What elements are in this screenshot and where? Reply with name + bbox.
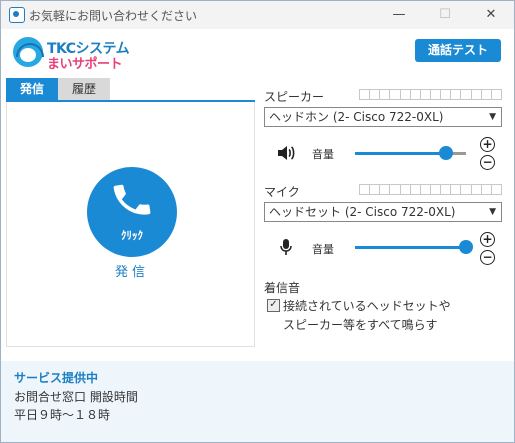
speaker-label: スピーカー xyxy=(264,90,325,104)
support-hours-title: お問合せ窓口 開設時間 xyxy=(14,390,138,404)
call-label: 発信 xyxy=(114,265,149,280)
mic-level-meter xyxy=(359,184,502,195)
speaker-slider-fill xyxy=(355,152,446,155)
speaker-device-value: ヘッドホン (2- Cisco 722-0XL) xyxy=(269,110,444,124)
test-call-button[interactable]: 通話テスト xyxy=(415,39,501,62)
window-title: お気軽にお問い合わせください xyxy=(29,9,198,23)
phone-icon xyxy=(113,184,151,215)
mic-volume-label: 音量 xyxy=(312,243,334,256)
app-window: お気軽にお問い合わせください — ☐ ✕ TKCシステム まいサポート 通話テス… xyxy=(0,0,515,443)
ringtone-option-line1: 接続されているヘッドセットや xyxy=(283,299,451,313)
speaker-device-select[interactable]: ヘッドホン (2- Cisco 722-0XL) ▼ xyxy=(264,107,502,127)
speaker-volume-up-icon[interactable]: + xyxy=(480,137,495,152)
app-icon xyxy=(9,7,25,23)
brand-logo: TKCシステム まいサポート xyxy=(13,37,143,72)
footer-info: サービス提供中 お問合せ窓口 開設時間 平日９時～１８時 xyxy=(1,361,514,442)
mic-device-select[interactable]: ヘッドセット (2- Cisco 722-0XL) ▼ xyxy=(264,202,502,222)
speaker-volume-label: 音量 xyxy=(312,148,334,161)
mic-volume-down-icon[interactable]: − xyxy=(480,250,495,265)
speaker-level-meter xyxy=(359,89,502,100)
mic-slider-fill xyxy=(355,246,466,249)
mic-volume-up-icon[interactable]: + xyxy=(480,232,495,247)
mic-slider-thumb[interactable] xyxy=(459,240,473,254)
service-status: サービス提供中 xyxy=(14,371,99,385)
minimize-button[interactable]: — xyxy=(376,1,422,29)
speaker-volume-down-icon[interactable]: − xyxy=(480,155,495,170)
title-bar: お気軽にお問い合わせください — ☐ ✕ xyxy=(1,1,514,29)
close-button[interactable]: ✕ xyxy=(468,1,514,29)
support-hours: 平日９時～１８時 xyxy=(14,408,111,422)
microphone-icon xyxy=(280,239,292,255)
ringtone-option-line2: スピーカー等をすべて鳴らす xyxy=(283,318,438,332)
tab-call[interactable]: 発信 xyxy=(6,78,58,101)
maximize-button[interactable]: ☐ xyxy=(422,1,468,29)
ringtone-checkbox[interactable]: ✓ xyxy=(267,299,280,312)
support-face-icon xyxy=(13,37,44,67)
speaker-icon xyxy=(278,146,295,160)
call-button[interactable]: ｸﾘｯｸ xyxy=(87,167,177,257)
chevron-down-icon: ▼ xyxy=(489,207,496,217)
speaker-slider-thumb[interactable] xyxy=(439,146,453,160)
call-button-text: ｸﾘｯｸ xyxy=(121,229,143,242)
mic-label: マイク xyxy=(264,185,300,199)
brand-line2: まいサポート xyxy=(47,57,123,72)
ringtone-label: 着信音 xyxy=(264,281,301,295)
chevron-down-icon: ▼ xyxy=(489,112,496,122)
mic-device-value: ヘッドセット (2- Cisco 722-0XL) xyxy=(269,205,456,219)
tab-history[interactable]: 履歴 xyxy=(58,78,110,101)
